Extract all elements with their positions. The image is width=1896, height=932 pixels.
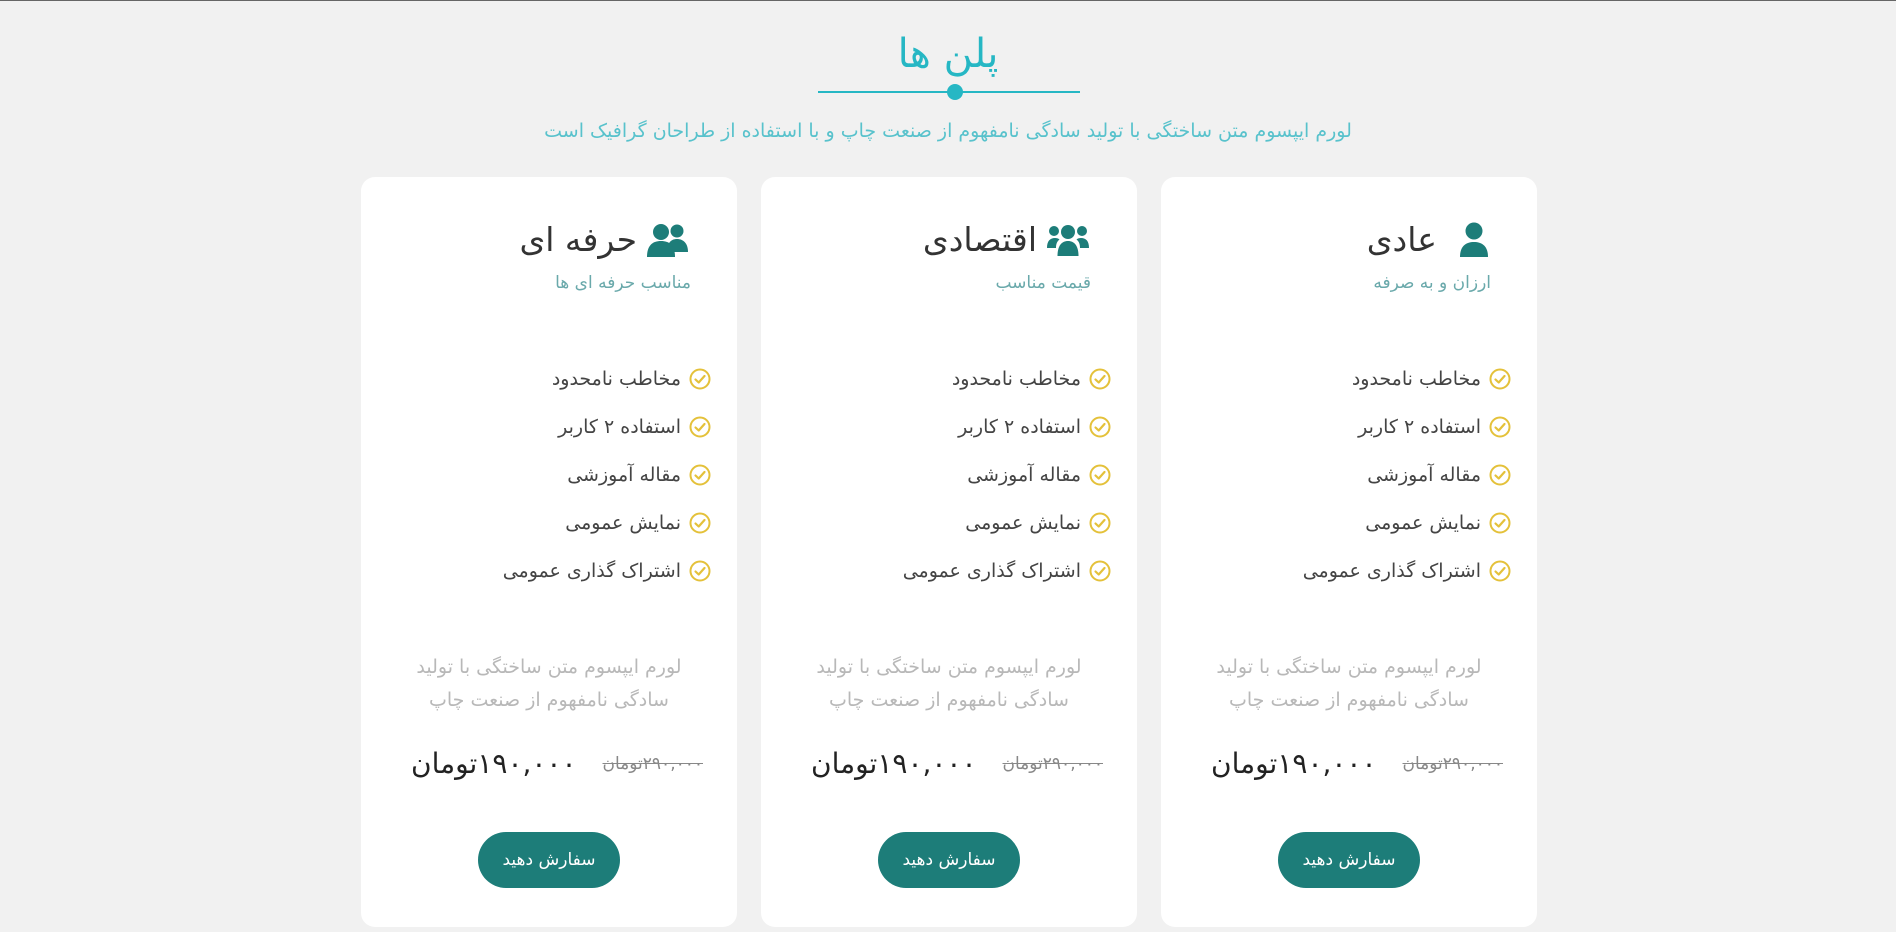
plan-subtitle: قیمت مناسب [995, 273, 1091, 293]
plan-description: لورم ایپسوم متن ساختگی با تولید سادگی نا… [416, 656, 682, 711]
feature-label: مخاطب نامحدود [1351, 368, 1481, 390]
feature-item: نمایش عمومی [503, 499, 711, 547]
new-price: ۱۹۰,۰۰۰تومان [1211, 747, 1377, 780]
feature-label: نمایش عمومی [1365, 512, 1481, 534]
feature-label: مخاطب نامحدود [951, 368, 1081, 390]
page-title: پلن ها [897, 31, 999, 77]
check-circle-icon [1489, 368, 1511, 390]
order-button[interactable]: سفارش دهید [878, 832, 1020, 888]
feature-label: اشتراک گذاری عمومی [1302, 560, 1481, 582]
feature-item: استفاده ۲ کاربر [503, 403, 711, 451]
page-subtitle: لورم ایپسوم متن ساختگی با تولید سادگی نا… [544, 120, 1352, 142]
price-row: ۲۹۰,۰۰۰تومان ۱۹۰,۰۰۰تومان [411, 747, 703, 780]
feature-list: مخاطب نامحدود استفاده ۲ کاربر مقاله آموز… [903, 355, 1111, 595]
feature-label: مخاطب نامحدود [551, 368, 681, 390]
user-icon [1443, 220, 1489, 260]
feature-item: مخاطب نامحدود [903, 355, 1111, 403]
feature-list: مخاطب نامحدود استفاده ۲ کاربر مقاله آموز… [1303, 355, 1511, 595]
feature-item: مقاله آموزشی [503, 451, 711, 499]
plan-description: لورم ایپسوم متن ساختگی با تولید سادگی نا… [816, 656, 1082, 711]
plan-header: عادی [1367, 215, 1489, 265]
check-circle-icon [689, 464, 711, 486]
old-price: ۲۹۰,۰۰۰تومان [1402, 753, 1504, 774]
plan-card-economy: اقتصادی قیمت مناسب مخاطب نامحدود استفاده… [761, 177, 1137, 927]
plan-card-pro: حرفه ای مناسب حرفه ای ها مخاطب نامحدود ا… [361, 177, 737, 927]
check-circle-icon [1089, 560, 1111, 582]
price-row: ۲۹۰,۰۰۰تومان ۱۹۰,۰۰۰تومان [811, 747, 1103, 780]
check-circle-icon [689, 416, 711, 438]
feature-item: مقاله آموزشی [1303, 451, 1511, 499]
check-circle-icon [1089, 416, 1111, 438]
plan-header: حرفه ای [519, 215, 689, 265]
check-circle-icon [1089, 368, 1111, 390]
feature-label: مقاله آموزشی [967, 464, 1081, 486]
check-circle-icon [1489, 464, 1511, 486]
plan-card-basic: عادی ارزان و به صرفه مخاطب نامحدود استفا… [1161, 177, 1537, 927]
check-circle-icon [689, 512, 711, 534]
plan-cards: عادی ارزان و به صرفه مخاطب نامحدود استفا… [361, 177, 1537, 927]
plan-subtitle: ارزان و به صرفه [1373, 273, 1491, 293]
check-circle-icon [1489, 512, 1511, 534]
feature-item: مخاطب نامحدود [1303, 355, 1511, 403]
user-friends-icon [643, 220, 689, 260]
feature-label: استفاده ۲ کاربر [958, 416, 1081, 438]
feature-item: استفاده ۲ کاربر [903, 403, 1111, 451]
top-border [0, 0, 1896, 1]
plan-description: لورم ایپسوم متن ساختگی با تولید سادگی نا… [1216, 656, 1482, 711]
check-circle-icon [689, 560, 711, 582]
feature-label: نمایش عمومی [965, 512, 1081, 534]
price-row: ۲۹۰,۰۰۰تومان ۱۹۰,۰۰۰تومان [1211, 747, 1503, 780]
old-price: ۲۹۰,۰۰۰تومان [1002, 753, 1104, 774]
feature-item: اشتراک گذاری عمومی [903, 547, 1111, 595]
plan-title: اقتصادی [922, 220, 1037, 259]
feature-label: مقاله آموزشی [1367, 464, 1481, 486]
new-price: ۱۹۰,۰۰۰تومان [811, 747, 977, 780]
feature-label: نمایش عمومی [565, 512, 681, 534]
feature-item: مخاطب نامحدود [503, 355, 711, 403]
title-dot [947, 84, 963, 100]
feature-item: نمایش عمومی [1303, 499, 1511, 547]
feature-item: نمایش عمومی [903, 499, 1111, 547]
plan-title: حرفه ای [519, 220, 637, 259]
feature-label: استفاده ۲ کاربر [558, 416, 681, 438]
old-price: ۲۹۰,۰۰۰تومان [602, 753, 704, 774]
feature-item: مقاله آموزشی [903, 451, 1111, 499]
plan-title: عادی [1366, 220, 1437, 259]
check-circle-icon [689, 368, 711, 390]
order-button[interactable]: سفارش دهید [478, 832, 620, 888]
check-circle-icon [1089, 512, 1111, 534]
users-group-icon [1043, 220, 1089, 260]
feature-label: استفاده ۲ کاربر [1358, 416, 1481, 438]
feature-label: مقاله آموزشی [567, 464, 681, 486]
feature-list: مخاطب نامحدود استفاده ۲ کاربر مقاله آموز… [503, 355, 711, 595]
feature-label: اشتراک گذاری عمومی [502, 560, 681, 582]
order-button[interactable]: سفارش دهید [1278, 832, 1420, 888]
feature-item: استفاده ۲ کاربر [1303, 403, 1511, 451]
plan-header: اقتصادی [923, 215, 1089, 265]
check-circle-icon [1489, 416, 1511, 438]
feature-item: اشتراک گذاری عمومی [1303, 547, 1511, 595]
check-circle-icon [1089, 464, 1111, 486]
check-circle-icon [1489, 560, 1511, 582]
feature-item: اشتراک گذاری عمومی [503, 547, 711, 595]
pricing-page: پلن ها لورم ایپسوم متن ساختگی با تولید س… [0, 0, 1896, 932]
plan-subtitle: مناسب حرفه ای ها [555, 273, 691, 293]
feature-label: اشتراک گذاری عمومی [902, 560, 1081, 582]
new-price: ۱۹۰,۰۰۰تومان [411, 747, 577, 780]
